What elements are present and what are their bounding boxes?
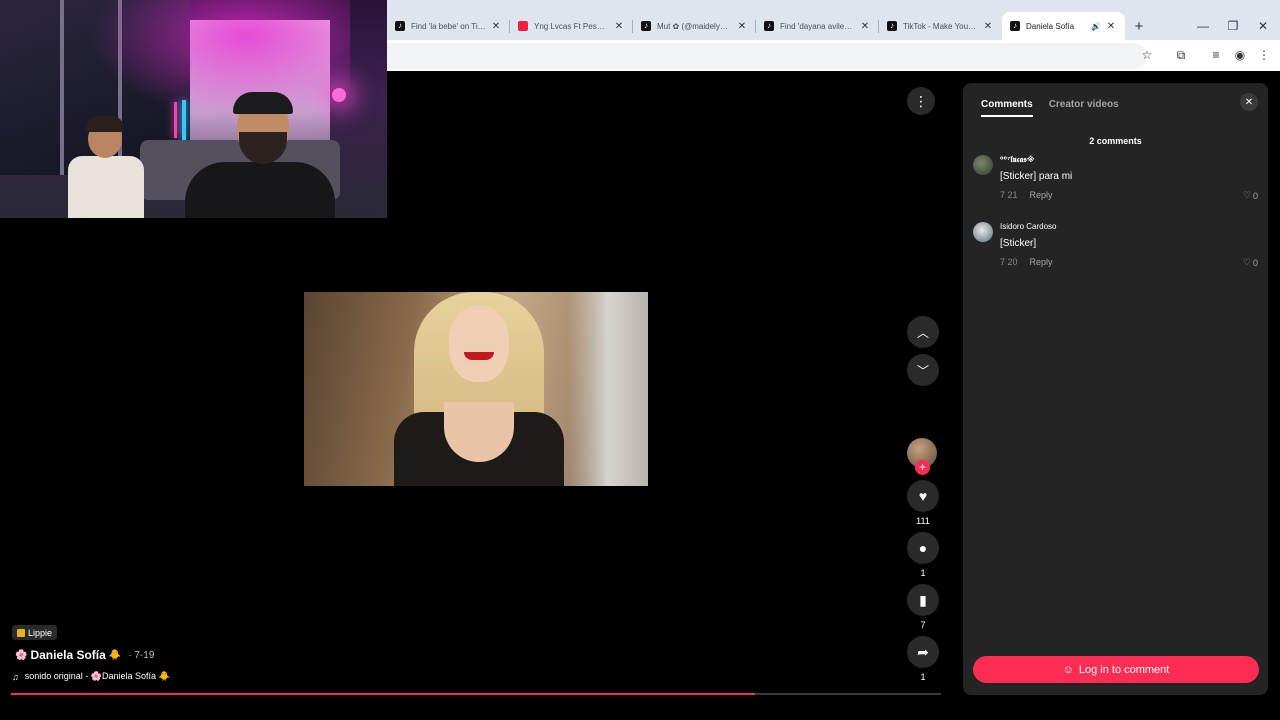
heart-outline-icon: ♡ <box>1242 257 1251 267</box>
next-video-button[interactable]: ﹀ <box>907 354 939 386</box>
close-panel-button[interactable]: ✕ <box>1240 93 1258 111</box>
tab-close-icon[interactable]: ✕ <box>613 21 625 32</box>
avatar[interactable] <box>973 222 993 242</box>
comments-count: 2 comments <box>1089 136 1142 146</box>
browser-tab[interactable]: Yng Lvcas Ft Peso Pluma ✕ <box>510 12 633 40</box>
tab-close-icon[interactable]: ✕ <box>859 21 871 32</box>
browser-tab[interactable]: ♪ Find 'dayana aviles' on ✕ <box>756 12 879 40</box>
comment-like-button[interactable]: ♡ 0 <box>1243 257 1258 268</box>
login-to-comment-button[interactable]: ☺ Log in to comment <box>973 656 1259 683</box>
tab-title: Daniela Sofía <box>1026 21 1075 31</box>
tab-title: Find 'la bebe' on TikTok <box>411 21 486 31</box>
comment-count: 1 <box>920 568 926 578</box>
bookmark-button[interactable]: ▮ <box>907 584 939 616</box>
tiktok-icon: ♪ <box>641 21 651 31</box>
more-options-button[interactable]: ⋮ <box>907 87 935 115</box>
browser-tab[interactable]: ♪ Mut ✿ (@maidelyngar ✕ <box>633 12 756 40</box>
comment-meta: 7 20 Reply <box>1000 257 1053 267</box>
comment-like-count: 0 <box>1252 190 1258 201</box>
webcam-overlay <box>0 0 387 218</box>
music-tag[interactable]: Lippie <box>12 625 58 640</box>
panel-tabs: Comments Creator videos <box>981 99 1119 117</box>
tab-creator-videos[interactable]: Creator videos <box>1049 99 1119 117</box>
comment-like-button[interactable]: ♡ 0 <box>1243 190 1258 201</box>
tab-comments[interactable]: Comments <box>981 99 1033 117</box>
comment-button[interactable]: ● <box>907 532 939 564</box>
tab-title: TikTok - Make Your Day <box>903 21 978 31</box>
comment-username[interactable]: Isidoro Cardoso <box>1000 222 1056 231</box>
browser-tab-active[interactable]: ♪ Daniela Sofía 🔊 ✕ <box>1002 12 1125 40</box>
tab-close-icon[interactable]: ✕ <box>982 21 994 32</box>
close-window-button[interactable]: ✕ <box>1248 12 1278 40</box>
share-icon: ➦ <box>917 643 929 660</box>
login-label: Log in to comment <box>1078 663 1170 676</box>
comment-username[interactable]: ⁰⁰⁷𝖑𝖚𝖈𝖆𝖘※ <box>1000 155 1035 165</box>
tiktok-icon: ♪ <box>1010 21 1020 31</box>
browser-tab[interactable]: ♪ TikTok - Make Your Day ✕ <box>879 12 1002 40</box>
comment-like-count: 0 <box>1252 257 1258 268</box>
menu-icon[interactable]: ⋮ <box>1255 46 1273 64</box>
music-tag-label: Lippie <box>28 627 53 638</box>
author-emoji: 🌸 <box>15 649 28 661</box>
heart-outline-icon: ♡ <box>1242 190 1251 200</box>
tab-close-icon[interactable]: ✕ <box>1105 21 1117 32</box>
tab-title: Yng Lvcas Ft Peso Pluma <box>534 21 609 31</box>
author-line: 🌸 Daniela Sofía 🐥 · 7-19 <box>12 648 154 662</box>
youtube-icon <box>518 21 528 31</box>
video-player[interactable] <box>304 292 648 486</box>
previous-video-button[interactable]: ︿ <box>907 316 939 348</box>
minimize-button[interactable]: — <box>1188 12 1218 40</box>
media-control-icon[interactable]: ≡ <box>1207 46 1225 64</box>
sound-line[interactable]: ♫ sonido original - 🌸Daniela Sofía 🐥 <box>12 671 170 682</box>
tab-title: Find 'dayana aviles' on <box>780 21 855 31</box>
music-note-icon: ♫ <box>12 671 19 682</box>
smiley-icon: ☺ <box>1062 663 1074 676</box>
sound-name: sonido original - 🌸Daniela Sofía 🐥 <box>24 671 170 681</box>
webcam-person-right <box>185 92 335 218</box>
tiktok-icon: ♪ <box>887 21 897 31</box>
extensions-icon[interactable]: ⧉ <box>1172 46 1190 64</box>
webcam-person-left <box>60 116 150 218</box>
like-count: 111 <box>916 516 930 526</box>
speaker-icon[interactable]: 🔊 <box>1091 22 1101 31</box>
post-date: · 7-19 <box>128 649 155 661</box>
profile-icon[interactable]: ◉ <box>1231 46 1249 64</box>
tab-strip: ♪ Find 'la bebe' on TikTok ✕ Yng Lvcas F… <box>387 12 1280 40</box>
comments-panel: Comments Creator videos ✕ 2 comments ⁰⁰⁷… <box>963 83 1268 695</box>
star-icon[interactable]: ☆ <box>1138 46 1156 64</box>
comment-text: [Sticker] <box>1000 238 1037 249</box>
tiktok-icon: ♪ <box>395 21 405 31</box>
comment-date: 7 20 <box>1000 257 1018 267</box>
author-emoji: 🐥 <box>108 649 122 661</box>
tab-title: Mut ✿ (@maidelyngar <box>657 21 732 31</box>
reply-button[interactable]: Reply <box>1030 190 1053 200</box>
tab-close-icon[interactable]: ✕ <box>490 21 502 32</box>
author-name[interactable]: Daniela Sofía <box>30 648 105 662</box>
address-bar[interactable] <box>387 43 1147 69</box>
webcam-neon-light <box>174 102 177 138</box>
bookmark-count: 7 <box>920 620 926 630</box>
like-button[interactable]: ♥ <box>907 480 939 512</box>
share-count: 1 <box>920 672 926 682</box>
tab-close-icon[interactable]: ✕ <box>736 21 748 32</box>
tag-icon <box>17 628 25 637</box>
browser-tab[interactable]: ♪ Find 'la bebe' on TikTok ✕ <box>387 12 510 40</box>
comment-meta: 7 21 Reply <box>1000 190 1053 200</box>
reply-button[interactable]: Reply <box>1030 257 1053 267</box>
comment-date: 7 21 <box>1000 190 1018 200</box>
video-progress-bar[interactable] <box>11 693 941 695</box>
restore-button[interactable]: ❐ <box>1218 12 1248 40</box>
browser-toolbar: ☆ ⧉ ≡ ◉ ⋮ <box>387 40 1280 71</box>
bookmark-icon: ▮ <box>919 591 927 608</box>
comment-text: [Sticker] para mi <box>1000 171 1073 182</box>
heart-icon: ♥ <box>918 488 928 504</box>
tiktok-icon: ♪ <box>764 21 774 31</box>
avatar[interactable] <box>973 155 993 175</box>
browser-chrome: ♪ Find 'la bebe' on TikTok ✕ Yng Lvcas F… <box>387 0 1280 71</box>
new-tab-button[interactable]: + <box>1125 12 1153 40</box>
comment-icon: ● <box>918 540 928 556</box>
follow-button[interactable]: + <box>915 460 930 475</box>
video-progress-fill <box>11 693 755 695</box>
share-button[interactable]: ➦ <box>907 636 939 668</box>
